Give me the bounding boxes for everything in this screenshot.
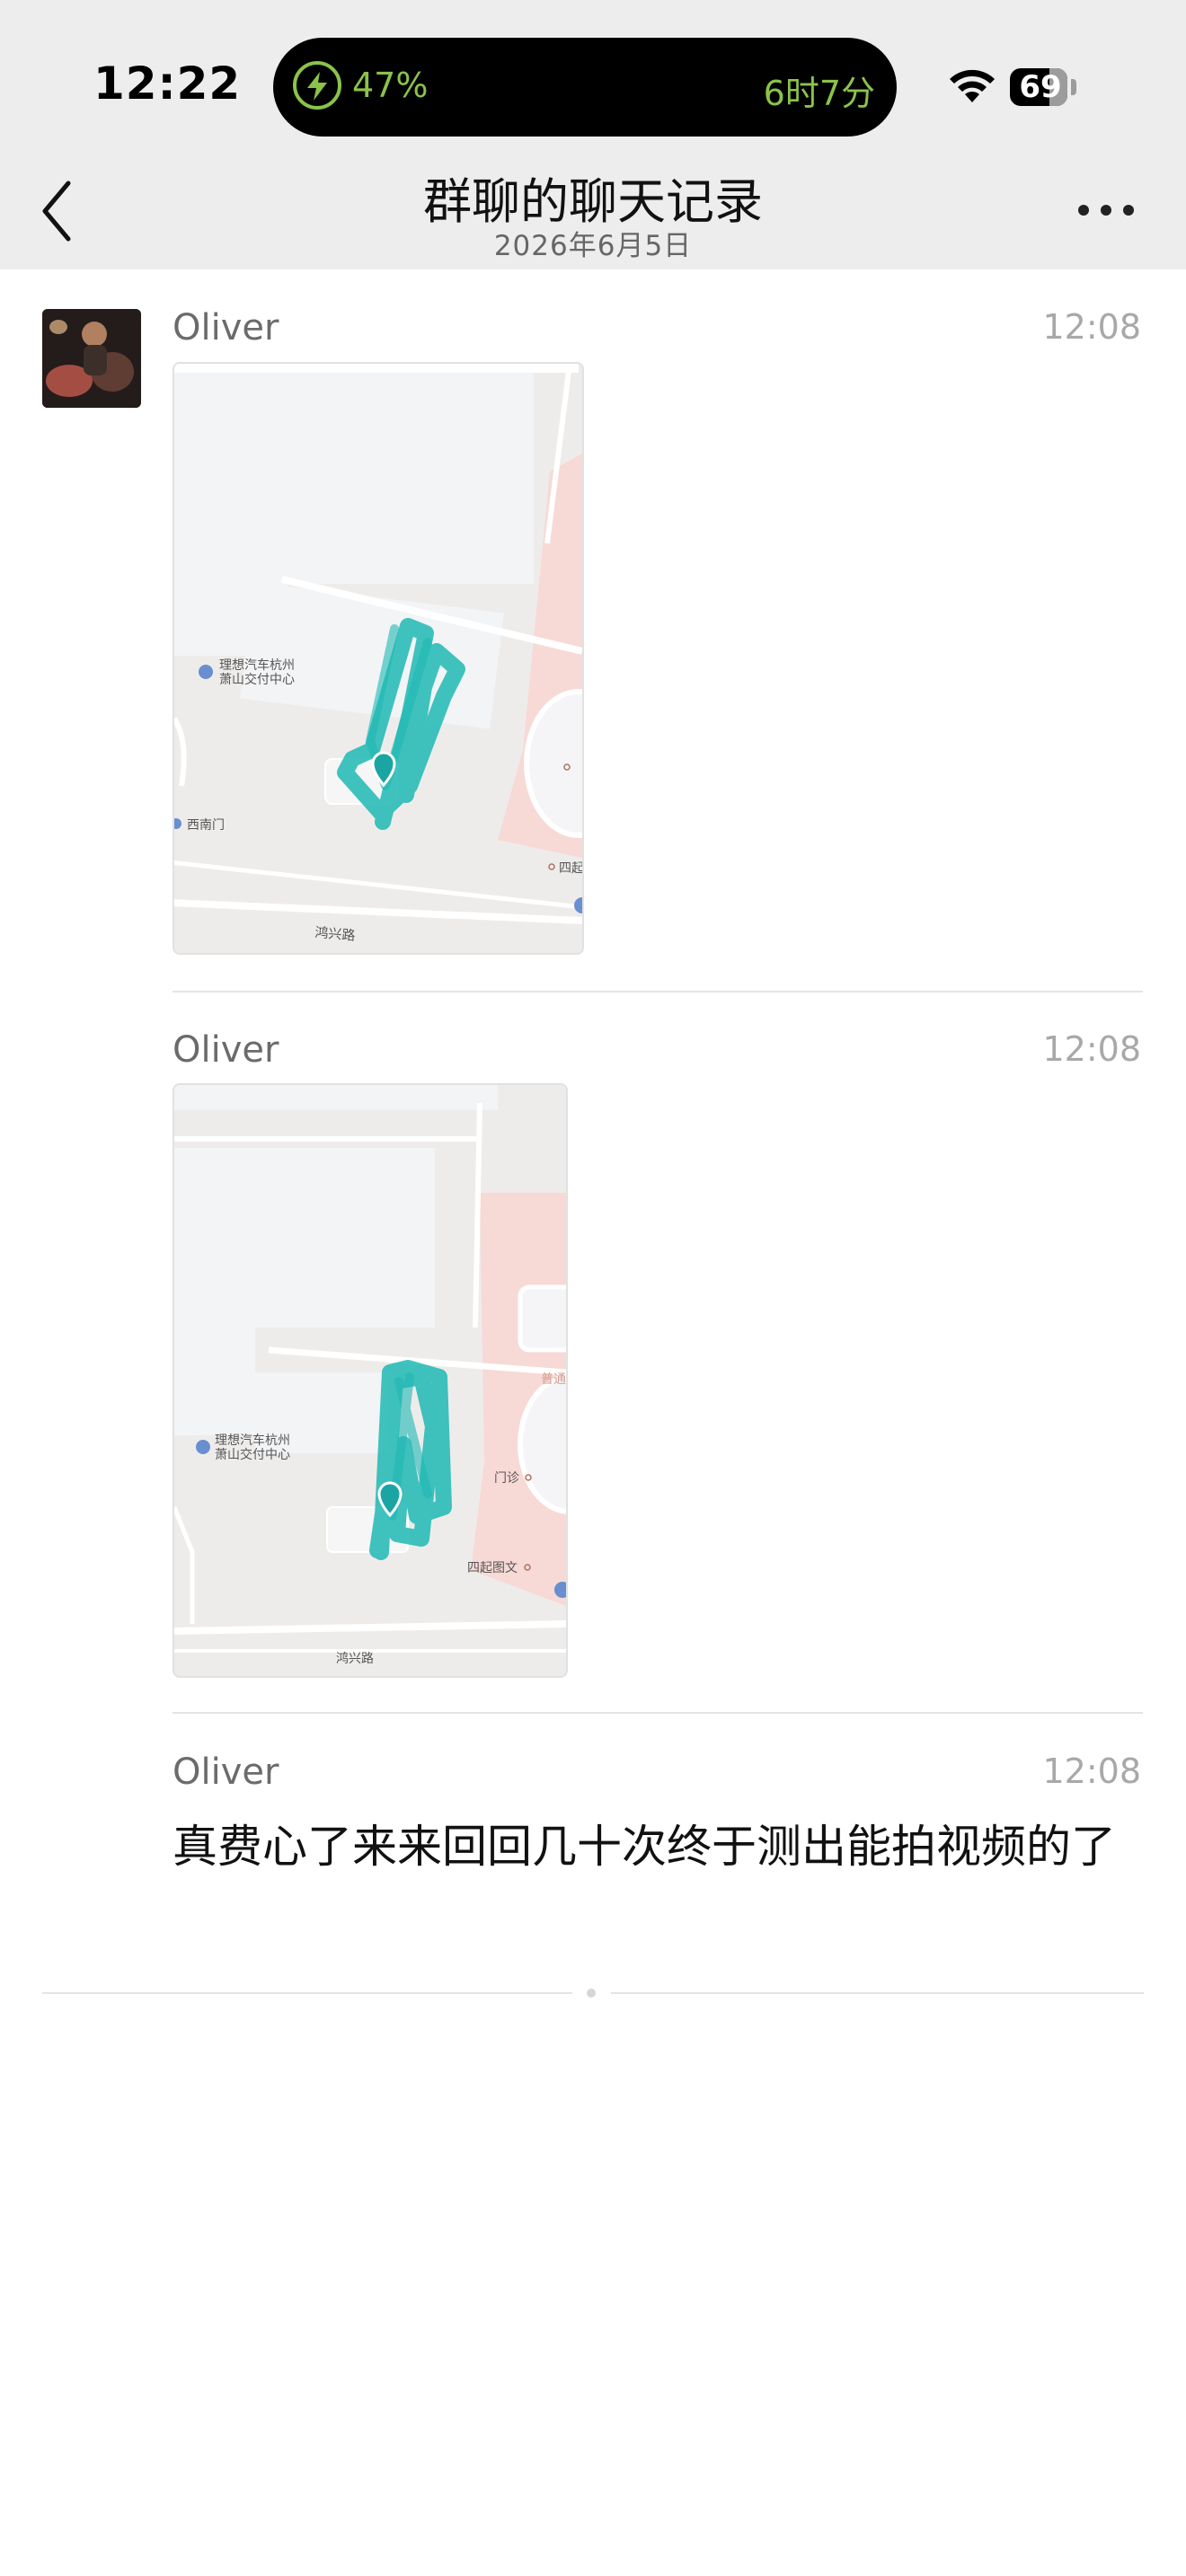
more-options-icon[interactable] [1075, 194, 1137, 226]
map-poi-label: 萧山交付中心 [215, 1447, 290, 1462]
battery-level: 69 [1019, 69, 1062, 105]
map-shop-label: 四起图文 [467, 1561, 518, 1575]
message-time: 12:08 [1042, 1751, 1141, 1791]
message-sender: Oliver [173, 1029, 279, 1071]
map-gate-label: 西南门 [187, 818, 225, 833]
map-poi-label: 理想汽车杭州 [215, 1433, 290, 1448]
message-time: 12:08 [1042, 1029, 1141, 1069]
map-poi-label: 理想汽车杭州 [219, 657, 295, 673]
map-image-message[interactable]: 理想汽车杭州 萧山交付中心 西南门 四起 鸿兴路 [173, 362, 584, 955]
battery-tip [1071, 79, 1076, 95]
message-divider [173, 991, 1143, 992]
map-top-label: 普通 [541, 1372, 566, 1387]
dynamic-island[interactable]: 47% 6时7分 [273, 38, 897, 137]
message-sender: Oliver [173, 307, 279, 348]
map-clinic-label: 门诊 [494, 1471, 519, 1486]
message-divider [173, 1712, 1143, 1714]
end-divider-right [611, 1992, 1144, 1994]
map-road-label: 鸿兴路 [336, 1651, 374, 1666]
map-image-message[interactable]: 理想汽车杭州 萧山交付中心 门诊 四起图文 普通 鸿兴路 [173, 1083, 568, 1678]
status-time: 12:22 [93, 57, 242, 110]
island-time-remaining: 6时7分 [763, 74, 875, 113]
map-corner-label: 四起 [559, 861, 582, 876]
message-sender: Oliver [173, 1751, 279, 1793]
wifi-icon [950, 69, 995, 102]
end-divider-left [42, 1992, 572, 1994]
battery-icon: 69 [1010, 68, 1067, 106]
island-battery-percent: 47% [352, 66, 429, 105]
page-subtitle-date: 2026年6月5日 [493, 230, 693, 262]
charging-bolt-icon [293, 61, 341, 110]
avatar[interactable] [42, 309, 141, 408]
text-message[interactable]: 真费心了来来回回几十次终于测出能拍视频的了 [173, 1802, 1143, 1892]
end-divider-dot [587, 1989, 596, 1998]
map-poi-label: 萧山交付中心 [219, 672, 295, 687]
message-time: 12:08 [1042, 307, 1141, 347]
